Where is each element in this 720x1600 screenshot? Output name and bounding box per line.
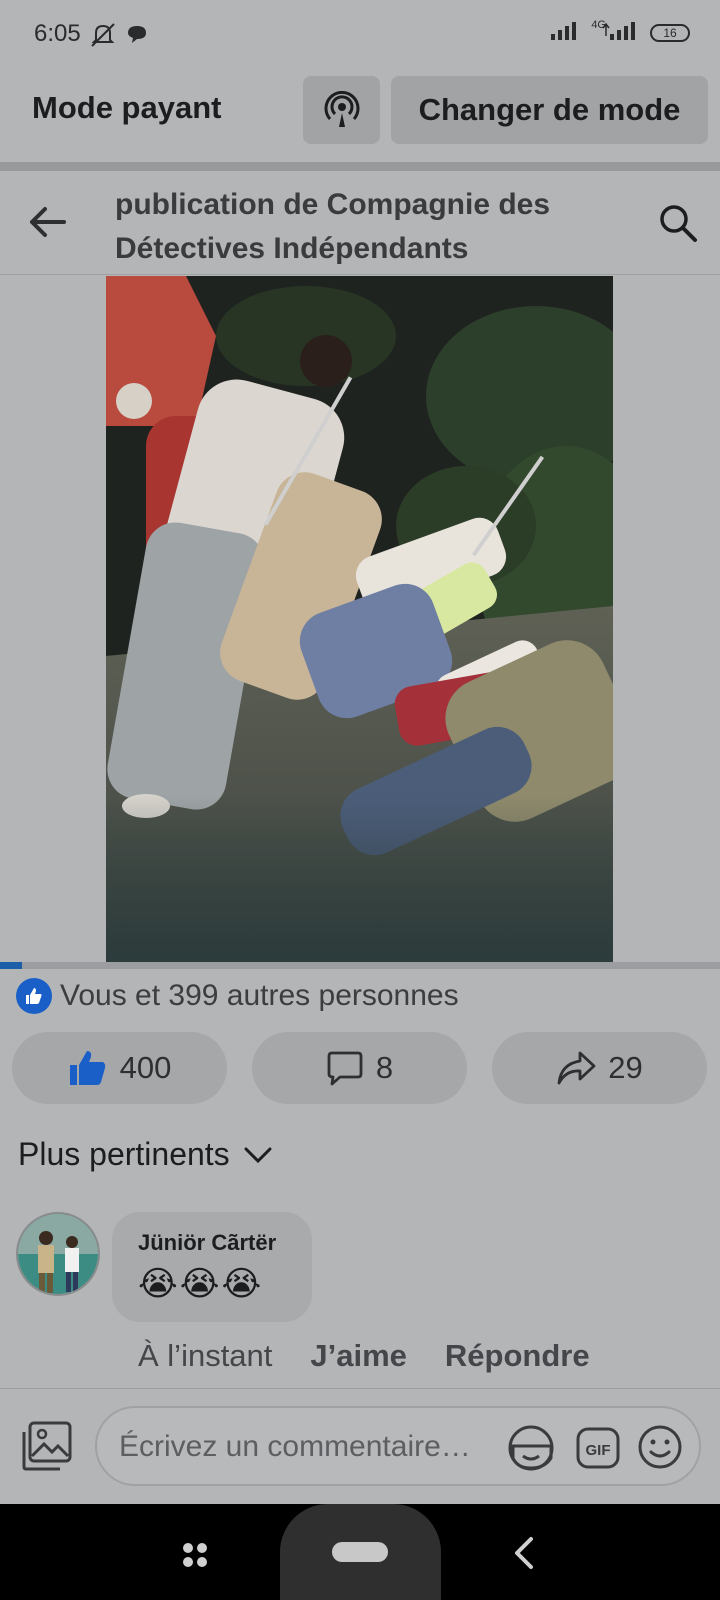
comment-actions: À l’instant J’aime Répondre [138,1338,590,1374]
battery-indicator: 16 [650,23,690,42]
comment-time: À l’instant [138,1338,273,1373]
section-divider [0,162,720,171]
back-arrow-icon[interactable] [28,205,66,244]
post-title: publication de Compagnie des Détectives … [115,188,551,265]
status-time: 6:05 [34,20,81,47]
comment-text: 😭😭😭 [138,1265,264,1303]
post-header: publication de Compagnie des Détectives … [0,171,720,275]
home-pill-icon [332,1542,388,1562]
video-frame [106,276,613,969]
status-indicators: 4G 16 [551,18,690,45]
like-reaction-icon [16,978,52,1014]
broadcast-icon [324,91,359,127]
comment-button[interactable]: 8 [252,1032,467,1104]
share-button[interactable]: 29 [492,1032,707,1104]
comment-author[interactable]: Jüniör Cãrtër [138,1230,312,1256]
signal-icon [551,20,583,45]
signal-icon-2 [602,20,642,45]
share-count: 29 [608,1050,643,1085]
mute-bell-icon [88,22,118,53]
photo-icon[interactable] [20,1420,74,1477]
nav-back-icon[interactable] [512,1536,536,1575]
comment-input-placeholder: Écrivez un commentaire… [119,1430,471,1463]
mode-bar: Mode payant Changer de mode [0,72,720,144]
message-icon [126,24,148,49]
emoji-icon[interactable] [637,1424,683,1475]
reactions-text: Vous et 399 autres personnes [60,979,459,1012]
post-video[interactable] [106,276,613,969]
svg-text:GIF: GIF [586,1442,611,1459]
composer-divider [0,1388,720,1389]
comment-sort-dropdown[interactable]: Plus pertinents [18,1136,272,1173]
like-count: 400 [119,1050,172,1085]
comment-reply-button[interactable]: Répondre [445,1338,590,1374]
home-button[interactable] [280,1504,441,1600]
menu-grid-icon[interactable] [180,1540,210,1575]
broadcast-button[interactable] [303,76,380,144]
sticker-icon[interactable] [505,1422,557,1479]
comment-like-button[interactable]: J’aime [310,1338,407,1374]
search-icon[interactable] [658,203,698,248]
comment-composer: Écrivez un commentaire… GIF [0,1390,720,1504]
comment-input[interactable]: Écrivez un commentaire… GIF [95,1406,701,1486]
sort-label: Plus pertinents [18,1136,230,1172]
mode-title: Mode payant [32,90,222,125]
network-type: 4G [591,18,606,31]
comment-icon [327,1051,363,1086]
share-arrow-icon [557,1051,596,1085]
system-nav-bar [0,1504,720,1600]
change-mode-button[interactable]: Changer de mode [391,76,708,144]
thumbs-up-icon [69,1051,105,1085]
status-bar: 6:05 4G 16 [0,0,720,70]
chevron-down-icon [244,1147,272,1163]
comment-count: 8 [375,1050,394,1085]
video-progress-bar[interactable] [0,962,720,969]
like-button[interactable]: 400 [12,1032,227,1104]
comment-bubble[interactable]: Jüniör Cãrtër 😭😭😭 [112,1212,312,1322]
video-progress-fill [0,962,22,969]
avatar[interactable] [16,1212,100,1296]
reactions-summary[interactable]: Vous et 399 autres personnes [16,978,459,1014]
screen: 6:05 4G 16 Mode payant Changer de mode p… [0,0,720,1600]
gif-icon[interactable]: GIF [575,1426,621,1475]
